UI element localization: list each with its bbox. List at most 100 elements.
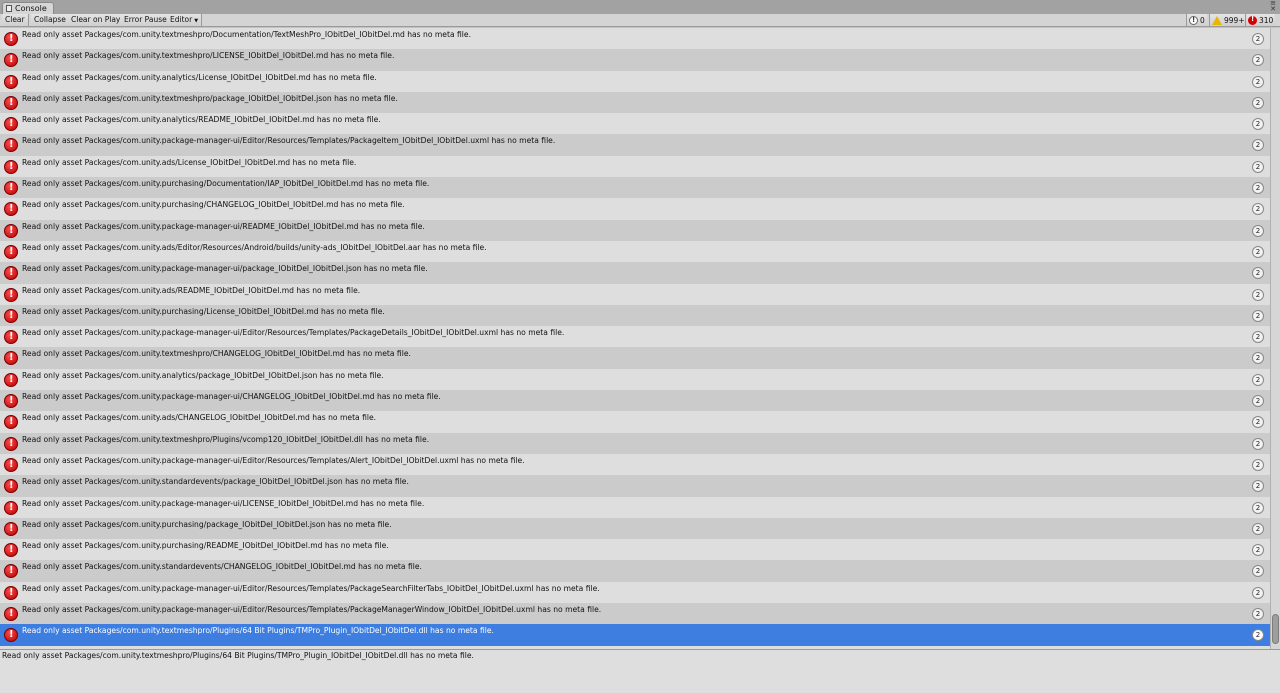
log-entry[interactable]: Read only asset Packages/com.unity.textm… — [0, 28, 1270, 50]
log-entry[interactable]: Read only asset Packages/com.unity.packa… — [0, 390, 1270, 412]
close-icon[interactable]: ✕ — [1270, 6, 1276, 13]
log-entry[interactable]: Read only asset Packages/com.unity.purch… — [0, 517, 1270, 540]
log-message: Read only asset Packages/com.unity.packa… — [22, 264, 428, 274]
scrollbar-thumb[interactable] — [1272, 614, 1279, 644]
info-count: 0 — [1200, 15, 1205, 25]
error-icon — [4, 521, 18, 536]
log-count-badge: 2 — [1252, 54, 1264, 67]
log-entry[interactable]: Read only asset Packages/com.unity.textm… — [0, 347, 1270, 369]
log-message: Read only asset Packages/com.unity.packa… — [22, 392, 441, 402]
log-entry[interactable]: Read only asset Packages/com.unity.purch… — [0, 177, 1270, 199]
error-icon — [4, 53, 18, 68]
log-entry[interactable]: Read only asset Packages/com.unity.packa… — [0, 496, 1270, 518]
log-entry[interactable]: Read only asset Packages/com.unity.packa… — [0, 262, 1270, 284]
error-icon — [4, 202, 18, 217]
log-count-badge: 2 — [1252, 501, 1264, 514]
log-detail-text: Read only asset Packages/com.unity.textm… — [2, 651, 474, 660]
log-entry[interactable]: Read only asset Packages/com.unity.ads/E… — [0, 240, 1270, 263]
log-entry[interactable]: Read only asset Packages/com.unity.stand… — [0, 560, 1270, 582]
log-count-badge: 2 — [1252, 544, 1264, 557]
warning-counter-toggle[interactable]: 999+ — [1209, 14, 1247, 26]
log-message: Read only asset Packages/com.unity.ads/L… — [22, 157, 357, 167]
log-count-badge: 2 — [1252, 480, 1264, 493]
log-entry[interactable]: Read only asset Packages/com.unity.packa… — [0, 326, 1270, 348]
log-entry[interactable]: Read only asset Packages/com.unity.ads/C… — [0, 411, 1270, 433]
log-count-badge: 2 — [1252, 458, 1264, 471]
error-icon — [4, 607, 18, 622]
clear-button[interactable]: Clear — [2, 14, 29, 26]
error-icon — [4, 457, 18, 472]
log-entry-selected[interactable]: Read only asset Packages/com.unity.textm… — [0, 624, 1270, 646]
error-icon — [4, 266, 18, 281]
log-entry[interactable]: Read only asset Packages/com.unity.packa… — [0, 134, 1270, 156]
log-entry[interactable]: Read only asset Packages/com.unity.packa… — [0, 219, 1270, 241]
log-list[interactable]: Read only asset Packages/com.unity.textm… — [0, 28, 1270, 649]
error-icon — [4, 244, 18, 259]
window-controls: ≡ ✕ — [1264, 0, 1276, 14]
log-message: Read only asset Packages/com.unity.textm… — [22, 626, 494, 636]
error-icon — [1248, 15, 1257, 25]
error-icon — [4, 585, 18, 600]
error-icon — [4, 117, 18, 132]
log-message: Read only asset Packages/com.unity.ads/R… — [22, 285, 361, 295]
log-entry[interactable]: Read only asset Packages/com.unity.packa… — [0, 581, 1270, 604]
log-message: Read only asset Packages/com.unity.purch… — [22, 200, 405, 210]
error-pause-toggle[interactable]: Error Pause — [121, 14, 171, 26]
window-titlebar: Console ≡ ✕ — [0, 0, 1280, 14]
error-icon — [4, 372, 18, 387]
tab-title: Console — [15, 4, 47, 13]
log-list-scrollbar[interactable] — [1270, 28, 1280, 649]
error-icon — [4, 330, 18, 345]
error-icon — [4, 32, 18, 46]
error-icon — [4, 564, 18, 579]
log-entry[interactable]: Read only asset Packages/com.unity.analy… — [0, 70, 1270, 92]
log-message: Read only asset Packages/com.unity.packa… — [22, 455, 525, 465]
log-message: Read only asset Packages/com.unity.packa… — [22, 605, 602, 615]
log-count-badge: 2 — [1252, 75, 1264, 88]
log-message: Read only asset Packages/com.unity.stand… — [22, 562, 422, 572]
log-count-badge: 2 — [1252, 331, 1264, 344]
log-count-badge: 2 — [1252, 309, 1264, 322]
log-message: Read only asset Packages/com.unity.purch… — [22, 541, 389, 551]
error-counter-toggle[interactable]: 310 — [1245, 14, 1276, 26]
collapse-toggle[interactable]: Collapse — [31, 14, 70, 26]
console-tab[interactable]: Console — [2, 2, 54, 14]
error-count: 310 — [1259, 15, 1274, 25]
warning-icon — [1212, 15, 1222, 25]
console-icon — [6, 5, 12, 12]
log-count-badge: 2 — [1252, 139, 1264, 152]
log-entry[interactable]: Read only asset Packages/com.unity.packa… — [0, 453, 1270, 476]
log-entry[interactable]: Read only asset Packages/com.unity.analy… — [0, 113, 1270, 135]
error-icon — [4, 628, 18, 643]
log-message: Read only asset Packages/com.unity.packa… — [22, 498, 425, 508]
editor-dropdown[interactable]: Editor ▼ — [167, 14, 203, 26]
log-count-badge: 2 — [1252, 245, 1264, 258]
clear-on-play-toggle[interactable]: Clear on Play — [68, 14, 125, 26]
log-count-badge: 2 — [1252, 565, 1264, 578]
console-toolbar: Clear Collapse Clear on Play Error Pause… — [0, 14, 1280, 27]
log-entry[interactable]: Read only asset Packages/com.unity.textm… — [0, 91, 1270, 114]
error-icon — [4, 479, 18, 494]
log-entry[interactable]: Read only asset Packages/com.unity.stand… — [0, 475, 1270, 497]
log-count-badge: 2 — [1252, 416, 1264, 429]
log-count-badge: 2 — [1252, 437, 1264, 450]
log-count-badge: 2 — [1252, 288, 1264, 301]
log-entry[interactable]: Read only asset Packages/com.unity.purch… — [0, 198, 1270, 220]
log-count-badge: 2 — [1252, 608, 1264, 621]
log-entry[interactable]: Read only asset Packages/com.unity.textm… — [0, 49, 1270, 71]
log-entry[interactable]: Read only asset Packages/com.unity.ads/L… — [0, 155, 1270, 178]
error-icon — [4, 415, 18, 430]
log-entry[interactable]: Read only asset Packages/com.unity.ads/R… — [0, 283, 1270, 305]
log-entry[interactable]: Read only asset Packages/com.unity.packa… — [0, 603, 1270, 625]
log-entry[interactable]: Read only asset Packages/com.unity.textm… — [0, 432, 1270, 454]
log-message: Read only asset Packages/com.unity.textm… — [22, 51, 395, 61]
editor-dropdown-label: Editor — [170, 15, 193, 24]
log-entry[interactable]: Read only asset Packages/com.unity.purch… — [0, 539, 1270, 561]
log-entry[interactable]: Read only asset Packages/com.unity.purch… — [0, 304, 1270, 327]
error-icon — [4, 394, 18, 409]
log-count-badge: 2 — [1252, 629, 1264, 642]
log-message: Read only asset Packages/com.unity.textm… — [22, 434, 430, 444]
log-count-badge: 2 — [1252, 33, 1264, 45]
log-entry[interactable]: Read only asset Packages/com.unity.analy… — [0, 368, 1270, 391]
info-counter-toggle[interactable]: 0 — [1186, 14, 1207, 26]
